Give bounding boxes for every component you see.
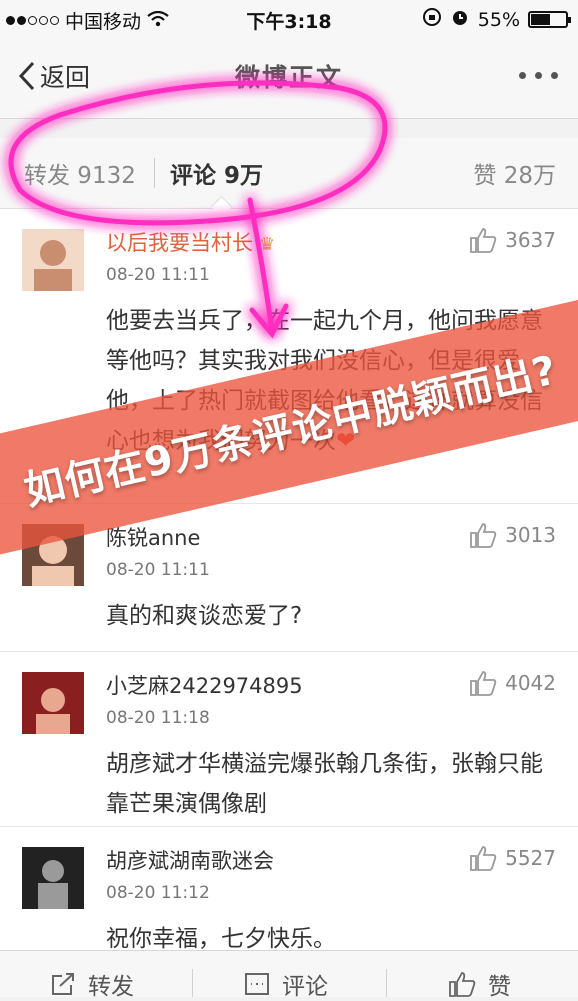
comment-username[interactable]: 胡彦斌湖南歌迷会	[106, 845, 274, 875]
like-count: 5527	[505, 846, 556, 870]
comment-text: 真的和爽谈恋爱了?	[106, 603, 303, 629]
toolbar-divider	[192, 969, 193, 997]
comment-text: 胡彦斌才华横溢完爆张翰几条街，张翰只能靠芒果演偶像剧	[106, 751, 543, 817]
page-title: 微博正文	[234, 63, 343, 92]
comment-time: 08-20 11:18	[106, 708, 210, 728]
battery-percent: 55%	[477, 8, 520, 31]
avatar[interactable]	[22, 672, 84, 734]
comment-icon	[245, 973, 269, 995]
thumbs-up-icon	[470, 846, 497, 871]
more-options-button[interactable]	[519, 72, 558, 79]
comment-item[interactable]: 小芝麻2422974895 08-20 11:18 4042 胡彦斌才华横溢完爆…	[0, 652, 578, 827]
tab-comment[interactable]: 评论 9万	[170, 156, 263, 190]
navigation-bar: 返回 微博正文	[0, 38, 578, 119]
avatar[interactable]	[22, 229, 84, 291]
like-button[interactable]: 5527	[469, 845, 556, 871]
thumbs-up-icon	[470, 228, 497, 253]
like-count: 3013	[505, 523, 556, 547]
like-button[interactable]: 4042	[469, 670, 556, 696]
comment-item[interactable]: 以后我要当村长 ♛ 08-20 11:11 3637 他要去当兵了，在一起九个月，…	[0, 209, 578, 504]
thumbs-up-icon	[470, 671, 497, 696]
toolbar-divider	[386, 969, 387, 997]
avatar[interactable]	[22, 847, 84, 909]
alarm-icon	[450, 7, 470, 32]
comment-time: 08-20 11:11	[106, 560, 210, 580]
like-button[interactable]: 3013	[469, 522, 556, 548]
tab-like[interactable]: 赞 28万	[473, 156, 556, 190]
comment-username[interactable]: 小芝麻2422974895	[106, 670, 303, 700]
comment-text: 他要去当兵了，在一起九个月，他问我愿意等他吗？其实我对我们没信心，但是很爱他，上…	[106, 308, 543, 454]
crown-icon: ♛	[259, 234, 276, 255]
share-icon	[52, 973, 74, 995]
like-count: 4042	[505, 671, 556, 695]
comment-username[interactable]: 陈锐anne	[106, 522, 200, 552]
comment-item[interactable]: 胡彦斌湖南歌迷会 08-20 11:12 5527 祝你幸福，七夕快乐。	[0, 827, 578, 953]
tab-divider	[154, 158, 155, 188]
heart-icon: ❤	[336, 428, 356, 454]
comment-list: 以后我要当村长 ♛ 08-20 11:11 3637 他要去当兵了，在一起九个月，…	[0, 209, 578, 953]
comment-item[interactable]: 陈锐anne 08-20 11:11 3013 真的和爽谈恋爱了?	[0, 504, 578, 652]
like-button[interactable]: 3637	[469, 227, 556, 253]
rotation-lock-icon	[422, 7, 442, 32]
thumbs-up-icon	[470, 523, 497, 548]
like-count: 3637	[505, 228, 556, 252]
comment-time: 08-20 11:11	[106, 265, 210, 285]
thumbs-up-icon	[449, 972, 476, 997]
avatar[interactable]	[22, 524, 84, 586]
bottom-toolbar: 转发 评论 赞	[0, 950, 578, 1000]
stats-tabs: 转发 9132 评论 9万 赞 28万	[0, 138, 578, 209]
tab-repost[interactable]: 转发 9132	[24, 156, 136, 190]
comment-username[interactable]: 以后我要当村长 ♛	[106, 227, 275, 257]
status-bar: 中国移动 下午3:18 55%	[0, 0, 578, 38]
comment-time: 08-20 11:12	[106, 883, 210, 903]
battery-icon	[528, 11, 571, 28]
